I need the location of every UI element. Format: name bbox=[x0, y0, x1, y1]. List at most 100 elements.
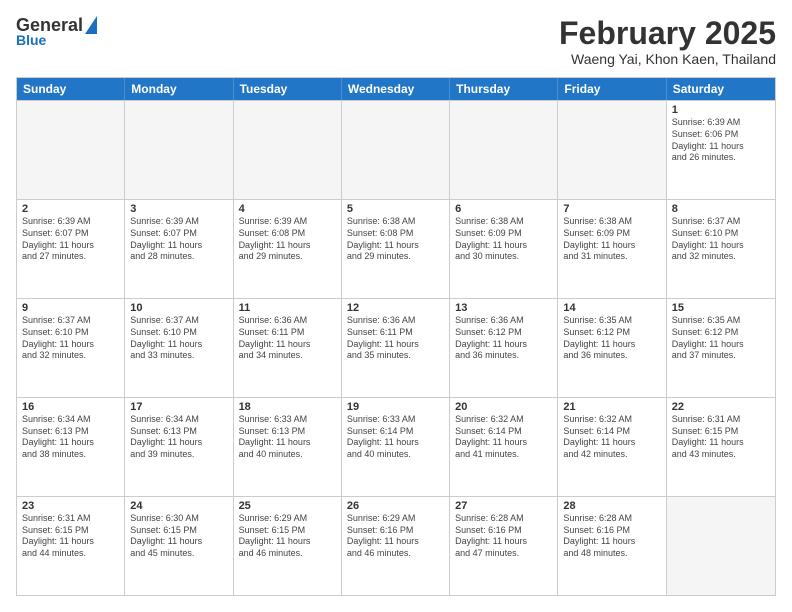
day-info: Sunrise: 6:39 AM Sunset: 6:07 PM Dayligh… bbox=[22, 216, 119, 263]
day-info: Sunrise: 6:32 AM Sunset: 6:14 PM Dayligh… bbox=[563, 414, 660, 461]
day-info: Sunrise: 6:34 AM Sunset: 6:13 PM Dayligh… bbox=[22, 414, 119, 461]
calendar-cell: 27Sunrise: 6:28 AM Sunset: 6:16 PM Dayli… bbox=[450, 497, 558, 595]
day-info: Sunrise: 6:37 AM Sunset: 6:10 PM Dayligh… bbox=[22, 315, 119, 362]
calendar-cell: 6Sunrise: 6:38 AM Sunset: 6:09 PM Daylig… bbox=[450, 200, 558, 298]
calendar-cell: 2Sunrise: 6:39 AM Sunset: 6:07 PM Daylig… bbox=[17, 200, 125, 298]
calendar-cell: 1Sunrise: 6:39 AM Sunset: 6:06 PM Daylig… bbox=[667, 101, 775, 199]
calendar-cell bbox=[450, 101, 558, 199]
calendar-row: 23Sunrise: 6:31 AM Sunset: 6:15 PM Dayli… bbox=[17, 496, 775, 595]
weekday-header: Thursday bbox=[450, 78, 558, 100]
calendar-cell: 5Sunrise: 6:38 AM Sunset: 6:08 PM Daylig… bbox=[342, 200, 450, 298]
calendar-body: 1Sunrise: 6:39 AM Sunset: 6:06 PM Daylig… bbox=[17, 100, 775, 595]
calendar-cell: 25Sunrise: 6:29 AM Sunset: 6:15 PM Dayli… bbox=[234, 497, 342, 595]
day-number: 23 bbox=[22, 500, 119, 512]
day-info: Sunrise: 6:34 AM Sunset: 6:13 PM Dayligh… bbox=[130, 414, 227, 461]
day-number: 10 bbox=[130, 302, 227, 314]
calendar-cell: 3Sunrise: 6:39 AM Sunset: 6:07 PM Daylig… bbox=[125, 200, 233, 298]
calendar-cell: 8Sunrise: 6:37 AM Sunset: 6:10 PM Daylig… bbox=[667, 200, 775, 298]
day-info: Sunrise: 6:38 AM Sunset: 6:09 PM Dayligh… bbox=[563, 216, 660, 263]
day-number: 8 bbox=[672, 203, 770, 215]
calendar-cell bbox=[234, 101, 342, 199]
day-number: 12 bbox=[347, 302, 444, 314]
day-number: 1 bbox=[672, 104, 770, 116]
day-number: 5 bbox=[347, 203, 444, 215]
logo-blue: Blue bbox=[16, 32, 46, 48]
day-number: 17 bbox=[130, 401, 227, 413]
day-number: 28 bbox=[563, 500, 660, 512]
calendar-cell: 26Sunrise: 6:29 AM Sunset: 6:16 PM Dayli… bbox=[342, 497, 450, 595]
day-number: 11 bbox=[239, 302, 336, 314]
day-info: Sunrise: 6:30 AM Sunset: 6:15 PM Dayligh… bbox=[130, 513, 227, 560]
calendar-cell: 11Sunrise: 6:36 AM Sunset: 6:11 PM Dayli… bbox=[234, 299, 342, 397]
weekday-header: Wednesday bbox=[342, 78, 450, 100]
day-info: Sunrise: 6:39 AM Sunset: 6:08 PM Dayligh… bbox=[239, 216, 336, 263]
calendar-cell: 13Sunrise: 6:36 AM Sunset: 6:12 PM Dayli… bbox=[450, 299, 558, 397]
day-number: 21 bbox=[563, 401, 660, 413]
day-number: 13 bbox=[455, 302, 552, 314]
calendar-row: 2Sunrise: 6:39 AM Sunset: 6:07 PM Daylig… bbox=[17, 199, 775, 298]
day-number: 26 bbox=[347, 500, 444, 512]
weekday-header: Tuesday bbox=[234, 78, 342, 100]
calendar-cell bbox=[558, 101, 666, 199]
day-info: Sunrise: 6:28 AM Sunset: 6:16 PM Dayligh… bbox=[455, 513, 552, 560]
day-info: Sunrise: 6:36 AM Sunset: 6:12 PM Dayligh… bbox=[455, 315, 552, 362]
day-info: Sunrise: 6:31 AM Sunset: 6:15 PM Dayligh… bbox=[672, 414, 770, 461]
day-number: 24 bbox=[130, 500, 227, 512]
day-number: 25 bbox=[239, 500, 336, 512]
day-number: 6 bbox=[455, 203, 552, 215]
day-number: 18 bbox=[239, 401, 336, 413]
day-number: 4 bbox=[239, 203, 336, 215]
day-info: Sunrise: 6:29 AM Sunset: 6:15 PM Dayligh… bbox=[239, 513, 336, 560]
day-number: 22 bbox=[672, 401, 770, 413]
calendar-cell: 23Sunrise: 6:31 AM Sunset: 6:15 PM Dayli… bbox=[17, 497, 125, 595]
day-info: Sunrise: 6:31 AM Sunset: 6:15 PM Dayligh… bbox=[22, 513, 119, 560]
weekday-header: Saturday bbox=[667, 78, 775, 100]
day-info: Sunrise: 6:37 AM Sunset: 6:10 PM Dayligh… bbox=[130, 315, 227, 362]
calendar-cell: 10Sunrise: 6:37 AM Sunset: 6:10 PM Dayli… bbox=[125, 299, 233, 397]
day-info: Sunrise: 6:38 AM Sunset: 6:08 PM Dayligh… bbox=[347, 216, 444, 263]
day-number: 3 bbox=[130, 203, 227, 215]
title-block: February 2025 Waeng Yai, Khon Kaen, Thai… bbox=[559, 16, 776, 67]
day-info: Sunrise: 6:36 AM Sunset: 6:11 PM Dayligh… bbox=[239, 315, 336, 362]
logo-triangle-icon bbox=[85, 16, 97, 34]
day-info: Sunrise: 6:35 AM Sunset: 6:12 PM Dayligh… bbox=[672, 315, 770, 362]
calendar-cell bbox=[342, 101, 450, 199]
calendar-cell: 18Sunrise: 6:33 AM Sunset: 6:13 PM Dayli… bbox=[234, 398, 342, 496]
calendar-header: SundayMondayTuesdayWednesdayThursdayFrid… bbox=[17, 78, 775, 100]
calendar-cell: 12Sunrise: 6:36 AM Sunset: 6:11 PM Dayli… bbox=[342, 299, 450, 397]
calendar-cell bbox=[17, 101, 125, 199]
location-title: Waeng Yai, Khon Kaen, Thailand bbox=[559, 51, 776, 67]
day-info: Sunrise: 6:37 AM Sunset: 6:10 PM Dayligh… bbox=[672, 216, 770, 263]
day-info: Sunrise: 6:38 AM Sunset: 6:09 PM Dayligh… bbox=[455, 216, 552, 263]
month-title: February 2025 bbox=[559, 16, 776, 51]
weekday-header: Friday bbox=[558, 78, 666, 100]
calendar-cell: 22Sunrise: 6:31 AM Sunset: 6:15 PM Dayli… bbox=[667, 398, 775, 496]
day-number: 16 bbox=[22, 401, 119, 413]
calendar-cell bbox=[667, 497, 775, 595]
calendar-row: 1Sunrise: 6:39 AM Sunset: 6:06 PM Daylig… bbox=[17, 100, 775, 199]
calendar-cell: 16Sunrise: 6:34 AM Sunset: 6:13 PM Dayli… bbox=[17, 398, 125, 496]
day-number: 27 bbox=[455, 500, 552, 512]
weekday-header: Sunday bbox=[17, 78, 125, 100]
day-info: Sunrise: 6:39 AM Sunset: 6:06 PM Dayligh… bbox=[672, 117, 770, 164]
header: General Blue February 2025 Waeng Yai, Kh… bbox=[16, 16, 776, 67]
day-number: 9 bbox=[22, 302, 119, 314]
calendar-cell: 14Sunrise: 6:35 AM Sunset: 6:12 PM Dayli… bbox=[558, 299, 666, 397]
day-number: 2 bbox=[22, 203, 119, 215]
day-number: 7 bbox=[563, 203, 660, 215]
day-info: Sunrise: 6:36 AM Sunset: 6:11 PM Dayligh… bbox=[347, 315, 444, 362]
day-info: Sunrise: 6:29 AM Sunset: 6:16 PM Dayligh… bbox=[347, 513, 444, 560]
day-number: 15 bbox=[672, 302, 770, 314]
calendar-cell: 28Sunrise: 6:28 AM Sunset: 6:16 PM Dayli… bbox=[558, 497, 666, 595]
day-info: Sunrise: 6:39 AM Sunset: 6:07 PM Dayligh… bbox=[130, 216, 227, 263]
calendar-row: 16Sunrise: 6:34 AM Sunset: 6:13 PM Dayli… bbox=[17, 397, 775, 496]
logo: General Blue bbox=[16, 16, 97, 48]
day-number: 20 bbox=[455, 401, 552, 413]
calendar-cell: 7Sunrise: 6:38 AM Sunset: 6:09 PM Daylig… bbox=[558, 200, 666, 298]
day-number: 14 bbox=[563, 302, 660, 314]
calendar-cell: 4Sunrise: 6:39 AM Sunset: 6:08 PM Daylig… bbox=[234, 200, 342, 298]
calendar-cell: 19Sunrise: 6:33 AM Sunset: 6:14 PM Dayli… bbox=[342, 398, 450, 496]
calendar-row: 9Sunrise: 6:37 AM Sunset: 6:10 PM Daylig… bbox=[17, 298, 775, 397]
calendar-cell: 17Sunrise: 6:34 AM Sunset: 6:13 PM Dayli… bbox=[125, 398, 233, 496]
calendar-cell bbox=[125, 101, 233, 199]
